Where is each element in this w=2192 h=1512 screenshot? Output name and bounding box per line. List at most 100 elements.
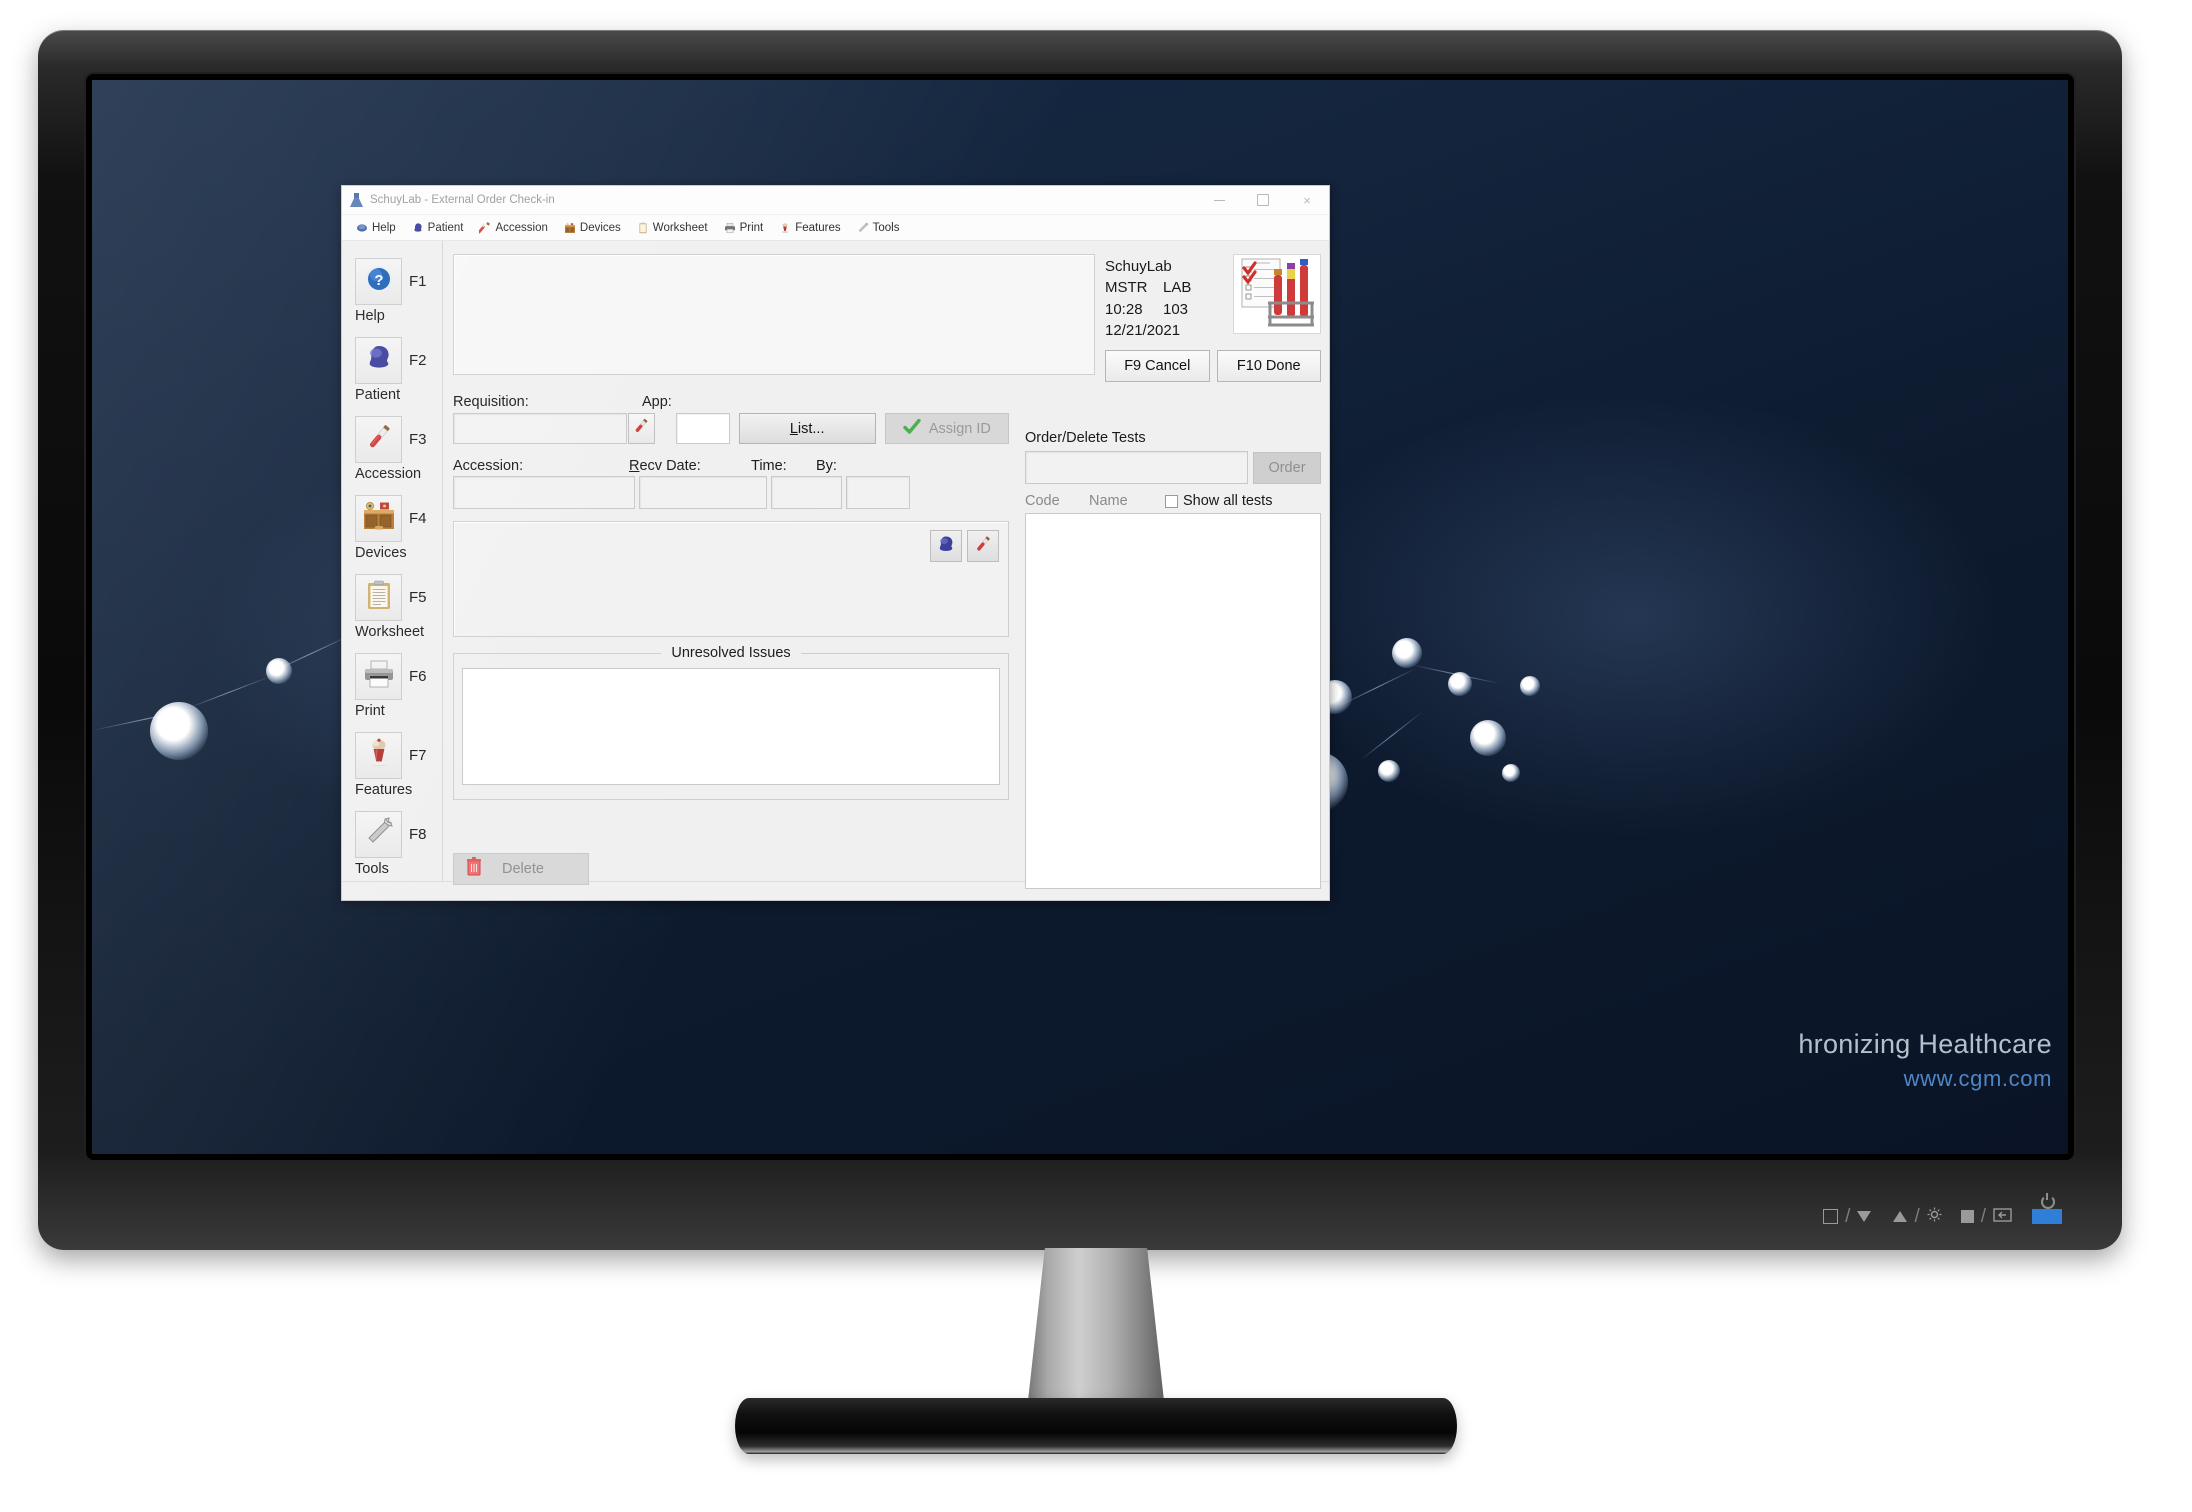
- up-icon[interactable]: [1893, 1211, 1908, 1222]
- cancel-button[interactable]: F9 Cancel: [1105, 350, 1210, 383]
- delete-button: Delete: [453, 853, 589, 886]
- window-titlebar[interactable]: SchuyLab - External Order Check-in ×: [342, 186, 1329, 215]
- menu-icon[interactable]: [1960, 1210, 1974, 1223]
- recv-date-label: Recv Date:: [629, 458, 701, 475]
- blood-tube-icon: [973, 534, 993, 559]
- sidebar-button-help[interactable]: ?: [355, 258, 402, 305]
- test-list[interactable]: [1025, 513, 1321, 890]
- svg-text:?: ?: [374, 272, 383, 289]
- menu-label: Features: [795, 221, 841, 234]
- minimize-button[interactable]: [1197, 186, 1241, 214]
- menu-item-features[interactable]: Features: [771, 217, 848, 239]
- show-all-tests-checkbox[interactable]: Show all tests: [1165, 493, 1272, 509]
- recv-date-input[interactable]: [639, 476, 767, 510]
- close-button[interactable]: ×: [1285, 186, 1329, 214]
- maximize-button[interactable]: [1241, 186, 1285, 214]
- wrench-icon: [857, 222, 869, 234]
- sidebar-button-worksheet[interactable]: [355, 574, 402, 621]
- down-icon[interactable]: [1857, 1211, 1872, 1222]
- info-date: 12/21/2021: [1105, 321, 1181, 339]
- by-input[interactable]: [846, 476, 910, 510]
- blood-tube-icon: [632, 417, 650, 440]
- cabinet-icon: [363, 501, 395, 536]
- sidebar-label-accession: Accession: [355, 466, 422, 482]
- menu-item-accession[interactable]: Accession: [471, 217, 555, 239]
- menu-item-patient[interactable]: Patient: [404, 217, 472, 239]
- test-search-input[interactable]: [1025, 451, 1248, 485]
- sidebar-button-tools[interactable]: [355, 811, 402, 858]
- show-all-tests-label: Show all tests: [1183, 493, 1273, 510]
- monitor-base: [735, 1398, 1457, 1454]
- patient-detail-panel: [453, 521, 1009, 638]
- menu-label: Tools: [872, 221, 900, 234]
- sidebar-button-print[interactable]: [355, 653, 402, 700]
- application-window: SchuyLab - External Order Check-in × Hel…: [341, 185, 1330, 901]
- requisition-pick-button[interactable]: [628, 413, 655, 445]
- sidebar-item-help[interactable]: ? F1 Help: [342, 258, 442, 324]
- cabinet-icon: [564, 222, 576, 234]
- requisition-input[interactable]: [453, 413, 627, 445]
- patient-head-icon: [936, 534, 956, 559]
- checkbox-box[interactable]: [1165, 494, 1178, 508]
- osd-input-button[interactable]: [1823, 1209, 1839, 1224]
- form-area: Requisition: App: List... Assign ID Acce…: [453, 382, 1321, 890]
- back-icon[interactable]: [1993, 1207, 2012, 1226]
- sidebar-button-accession[interactable]: [355, 416, 402, 463]
- sidebar-label-print: Print: [355, 703, 385, 719]
- wrench-icon: [364, 817, 394, 852]
- sidebar-item-features[interactable]: F7 Features: [342, 732, 442, 798]
- menu-item-help[interactable]: Help: [348, 217, 404, 239]
- patient-head-icon: [364, 343, 394, 378]
- unresolved-issues-legend: Unresolved Issues: [454, 644, 1008, 662]
- menu-item-devices[interactable]: Devices: [556, 217, 629, 239]
- list-button-rest: ist...: [797, 420, 825, 437]
- sidebar-item-accession[interactable]: F3 Accession: [342, 416, 442, 482]
- time-label: Time:: [751, 458, 787, 475]
- menu-item-print[interactable]: Print: [716, 217, 772, 239]
- sidebar-button-features[interactable]: [355, 732, 402, 779]
- sidebar-item-tools[interactable]: F8 Tools: [342, 811, 442, 877]
- printer-icon: [363, 660, 395, 693]
- done-button[interactable]: F10 Done: [1216, 350, 1321, 383]
- left-form-column: Requisition: App: List... Assign ID Acce…: [453, 394, 1009, 889]
- info-lab: LAB: [1163, 279, 1192, 297]
- detail-tube-button[interactable]: [967, 530, 999, 563]
- sidebar-button-patient[interactable]: [355, 337, 402, 384]
- sidebar-item-devices[interactable]: F4 Devices: [342, 495, 442, 561]
- menu-item-tools[interactable]: Tools: [849, 217, 908, 239]
- sidebar-item-print[interactable]: F6 Print: [342, 653, 442, 719]
- by-label: By:: [816, 458, 837, 475]
- sidebar-item-patient[interactable]: F2 Patient: [342, 337, 442, 403]
- requisition-tubes-icon: [1233, 254, 1321, 334]
- menu-item-worksheet[interactable]: Worksheet: [629, 217, 716, 239]
- sidebar-label-tools: Tools: [355, 861, 389, 877]
- trash-icon: [466, 857, 482, 881]
- detail-patient-button[interactable]: [930, 530, 962, 563]
- power-button[interactable]: [2032, 1193, 2062, 1224]
- accession-input[interactable]: [453, 476, 635, 510]
- desktop-screen: hronizing Healthcare www.cgm.com SchuyLa…: [92, 80, 2068, 1154]
- sidebar-key-patient: F2: [409, 352, 427, 369]
- main-content: SchuyLab MSTR LAB 10:28 103 12/21/2021 F…: [443, 241, 1329, 890]
- sidebar-navigation: ? F1 Help F2 Patient F3 Accession F4 Dev…: [342, 241, 443, 881]
- brightness-icon[interactable]: [1927, 1207, 1942, 1226]
- list-button[interactable]: List...: [738, 413, 876, 445]
- patient-head-icon: [412, 222, 424, 234]
- sidebar-button-devices[interactable]: [355, 495, 402, 542]
- flask-icon: [349, 192, 365, 208]
- app-input[interactable]: [675, 413, 730, 445]
- desktop-watermark: hronizing Healthcare www.cgm.com: [1798, 1029, 2052, 1092]
- sidebar-key-worksheet: F5: [409, 589, 427, 606]
- question-circle-icon: ?: [364, 264, 394, 299]
- sundae-icon: [366, 738, 392, 773]
- sidebar-key-print: F6: [409, 668, 427, 685]
- time-input[interactable]: [771, 476, 842, 510]
- window-body: ? F1 Help F2 Patient F3 Accession F4 Dev…: [342, 241, 1329, 890]
- power-icon: [2041, 1193, 2055, 1209]
- unresolved-issues-list[interactable]: [462, 668, 1000, 786]
- sidebar-item-worksheet[interactable]: F5 Worksheet: [342, 574, 442, 640]
- menu-label: Print: [739, 221, 764, 234]
- menu-label: Help: [372, 221, 396, 234]
- input-icon: [1823, 1209, 1839, 1224]
- test-list-header: Code Name Show all tests: [1025, 493, 1321, 509]
